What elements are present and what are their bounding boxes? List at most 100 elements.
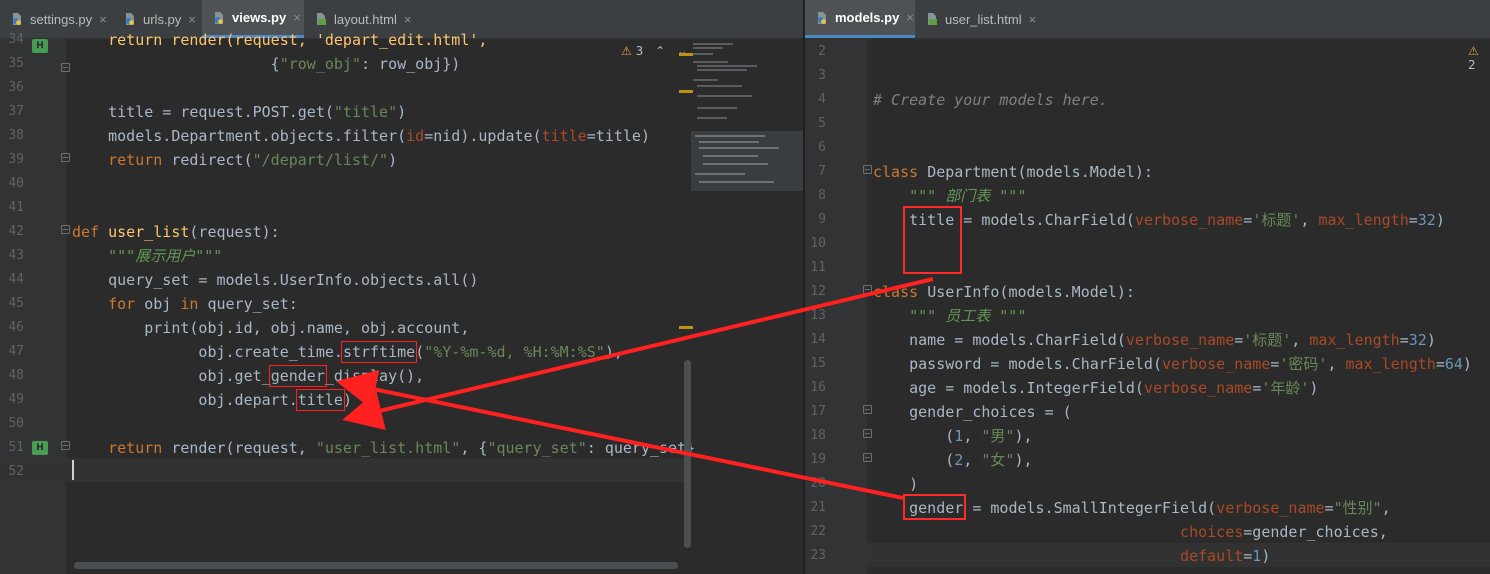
code-line: 17 gender_choices = (	[805, 400, 1490, 424]
code-text: obj.create_time.strftime("%Y-%m-%d, %H:%…	[72, 340, 623, 364]
line-number[interactable]: 7	[805, 160, 826, 184]
tab-label: user_list.html	[945, 11, 1022, 27]
line-number[interactable]: 19	[805, 448, 826, 472]
code-text: return redirect("/depart/list/")	[72, 148, 397, 172]
line-number[interactable]: 50	[0, 412, 24, 436]
close-tab-icon[interactable]: ×	[99, 12, 107, 27]
fold-toggle-icon[interactable]	[61, 441, 70, 450]
code-token: =gender_choices,	[1243, 523, 1388, 541]
line-number[interactable]: 44	[0, 268, 24, 292]
line-number[interactable]: 35	[0, 52, 24, 76]
line-number[interactable]: 37	[0, 100, 24, 124]
line-number[interactable]: 34	[0, 28, 24, 52]
tab-models-py[interactable]: models.py ×	[805, 0, 915, 38]
fold-toggle-icon[interactable]	[61, 63, 70, 72]
fold-toggle-icon[interactable]	[61, 225, 70, 234]
line-number[interactable]: 12	[805, 280, 826, 304]
code-token: )	[342, 391, 352, 409]
warning-stripe-marker[interactable]	[679, 53, 693, 56]
code-token: '年龄'	[1261, 379, 1310, 397]
line-number[interactable]: 42	[0, 220, 24, 244]
code-token: ,	[963, 427, 982, 445]
line-number[interactable]: 45	[0, 292, 24, 316]
close-tab-icon[interactable]: ×	[1029, 12, 1037, 27]
code-token: gender_choices = (	[873, 403, 1072, 421]
implementation-gutter-icon[interactable]: H	[32, 441, 48, 455]
code-text: (1, "男"),	[873, 424, 1032, 448]
fold-toggle-icon[interactable]	[863, 429, 872, 438]
title-field-highlight-box	[903, 206, 962, 274]
code-token: "query_set"	[487, 439, 587, 457]
code-text: password = models.CharField(verbose_name…	[873, 352, 1472, 376]
line-number[interactable]: 10	[805, 232, 826, 256]
code-minimap[interactable]	[691, 39, 803, 199]
fold-toggle-icon[interactable]	[863, 405, 872, 414]
line-number[interactable]: 20	[805, 472, 826, 496]
code-text: name = models.CharField(verbose_name='标题…	[873, 328, 1436, 352]
code-line: 7 class Department(models.Model):	[805, 160, 1490, 184]
fold-toggle-icon[interactable]	[863, 165, 872, 174]
line-number[interactable]: 8	[805, 184, 826, 208]
fold-toggle-icon[interactable]	[863, 453, 872, 462]
line-number[interactable]: 38	[0, 124, 24, 148]
line-number[interactable]: 6	[805, 136, 826, 160]
line-number[interactable]: 52	[0, 460, 24, 484]
close-tab-icon[interactable]: ×	[404, 12, 412, 27]
fold-toggle-icon[interactable]	[863, 285, 872, 294]
code-line: 44 query_set = models.UserInfo.objects.a…	[0, 268, 803, 292]
right-editor-pane: models.py × user_list.html × 2 3 4 # Create yo…	[805, 0, 1490, 574]
previous-warning-icon[interactable]: ⌃	[655, 44, 665, 58]
line-number[interactable]: 14	[805, 328, 826, 352]
line-number[interactable]: 39	[0, 148, 24, 172]
inspection-widget[interactable]: ⚠ 2	[1468, 44, 1490, 72]
code-text: title = request.POST.get("title")	[72, 100, 406, 124]
line-number[interactable]: 47	[0, 340, 24, 364]
code-token: "title"	[333, 103, 398, 121]
line-number[interactable]: 4	[805, 88, 826, 112]
fold-toggle-icon[interactable]	[61, 153, 70, 162]
implementation-gutter-icon[interactable]: H	[32, 39, 48, 53]
line-number[interactable]: 5	[805, 112, 826, 136]
line-number[interactable]: 16	[805, 376, 826, 400]
horizontal-scrollbar[interactable]	[74, 562, 678, 569]
inspection-widget[interactable]: ⚠ 3 ⌃ ⌄	[621, 44, 687, 58]
line-number[interactable]: 23	[805, 544, 826, 568]
code-token: password = models.CharField(	[873, 355, 1162, 373]
line-number[interactable]: 49	[0, 388, 24, 412]
code-token: "性别"	[1333, 499, 1382, 517]
code-token: '标题'	[1243, 331, 1292, 349]
code-token: name = models.CharField(	[873, 331, 1126, 349]
code-text: default=1)	[873, 544, 1270, 568]
close-tab-icon[interactable]: ×	[293, 10, 301, 25]
vertical-scrollbar[interactable]	[684, 360, 691, 548]
line-number[interactable]: 46	[0, 316, 24, 340]
code-line: 49 obj.depart.title)	[0, 388, 803, 412]
close-tab-icon[interactable]: ×	[188, 12, 196, 27]
line-number[interactable]: 2	[805, 40, 826, 64]
tab-label: urls.py	[143, 11, 182, 27]
line-number[interactable]: 51	[0, 436, 24, 460]
line-number[interactable]: 18	[805, 424, 826, 448]
code-text: )	[873, 472, 918, 496]
code-text: # Create your models here.	[873, 88, 1108, 112]
line-number[interactable]: 13	[805, 304, 826, 328]
line-number[interactable]: 17	[805, 400, 826, 424]
warning-stripe-marker[interactable]	[679, 326, 693, 329]
line-number[interactable]: 9	[805, 208, 826, 232]
line-number[interactable]: 11	[805, 256, 826, 280]
line-number[interactable]: 43	[0, 244, 24, 268]
line-number[interactable]: 48	[0, 364, 24, 388]
code-token: '标题'	[1252, 211, 1301, 229]
line-number[interactable]: 36	[0, 76, 24, 100]
line-number[interactable]: 21	[805, 496, 826, 520]
line-number[interactable]: 3	[805, 64, 826, 88]
warning-stripe-marker[interactable]	[679, 90, 693, 93]
tab-user_list-html[interactable]: user_list.html ×	[915, 0, 1045, 38]
line-number[interactable]: 40	[0, 172, 24, 196]
code-text: age = models.IntegerField(verbose_name='…	[873, 376, 1318, 400]
line-number[interactable]: 22	[805, 520, 826, 544]
line-number[interactable]: 15	[805, 352, 826, 376]
line-number[interactable]: 41	[0, 196, 24, 220]
close-tab-icon[interactable]: ×	[906, 10, 914, 25]
tab-label: views.py	[232, 10, 287, 25]
